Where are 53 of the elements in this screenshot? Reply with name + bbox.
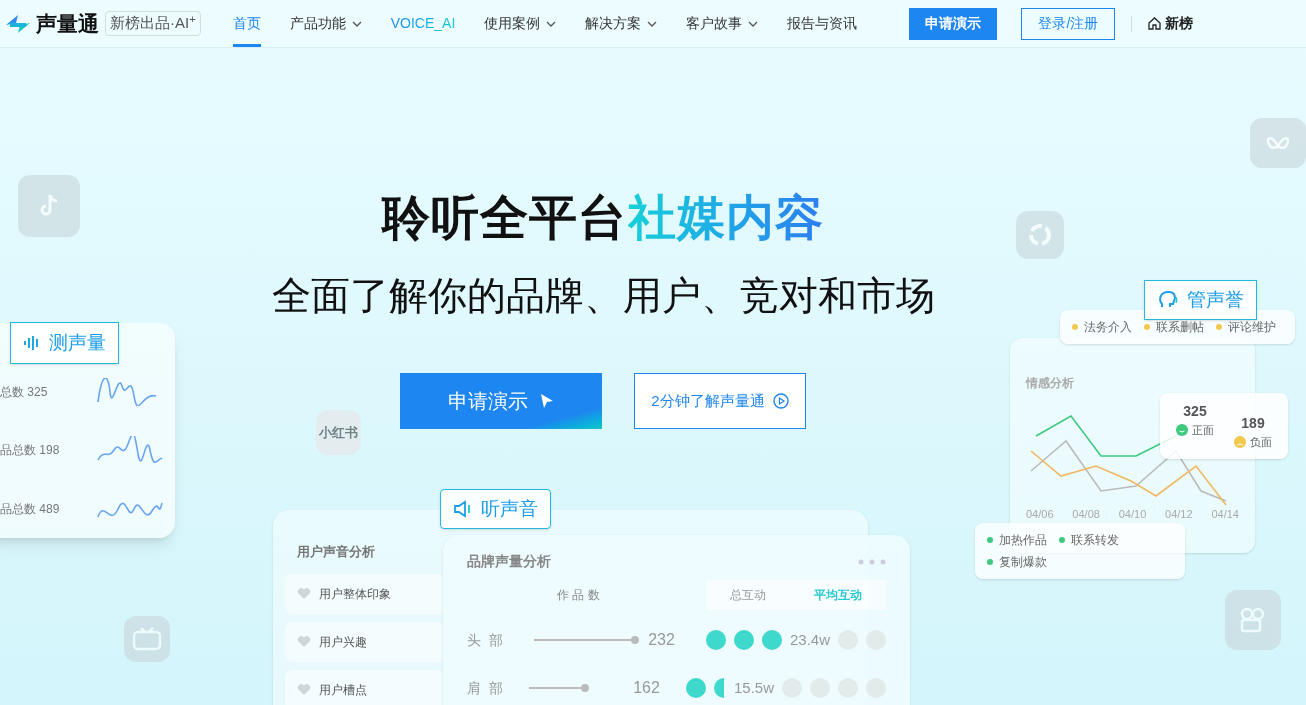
date-label: 04/08 [1072,507,1100,522]
voice-item[interactable]: 用户槽点 [285,669,445,705]
login-button[interactable]: 登录/注册 [1021,7,1116,40]
row-label: 肩 部 [467,678,504,698]
interaction-value: 23.4w [789,629,830,650]
chart-title: 情感分析 [1026,375,1075,392]
nav-link[interactable]: 客户故事 [686,0,759,47]
callout-text: 听声音 [481,496,538,521]
callout-text: 管声誉 [1187,287,1244,312]
sentiment-count: 189 [1241,414,1265,433]
demo-button[interactable]: 申请演示 [909,7,998,40]
nav-link[interactable]: 产品功能 [289,0,362,47]
date-label: 04/10 [1118,507,1147,522]
callout-text: 测声量 [49,330,106,355]
date-label: 04/14 [1211,507,1239,522]
tag-label: 加热作品 [999,532,1047,549]
hero-subtitle: 全面了解你的品牌、用户、竞对和市场 [271,273,935,319]
home-link[interactable]: 新榜 [1148,13,1194,34]
work-count: 232 [648,630,676,650]
voice-item[interactable]: 用户兴趣 [285,621,445,662]
tag-label: 联系转发 [1071,532,1119,549]
request-demo-button[interactable]: 申请演示 [400,373,602,429]
hero-title: 聆听全平台社媒内容 [381,190,825,246]
sentiment-label: 正面 [1192,423,1214,438]
volume-count: 总数 325 [0,384,48,402]
tag-label: 复制爆款 [999,554,1047,571]
brand-name: 声量通 [36,10,99,37]
item-label: 用户兴趣 [319,633,367,651]
item-label: 用户整体印象 [319,585,391,603]
voice-item[interactable]: 用户整体印象 [285,573,445,614]
date-label: 04/06 [1026,507,1054,522]
tag-label: 评论维护 [1228,319,1276,336]
item-label: 用户槽点 [319,681,367,699]
date-label: 04/12 [1165,507,1193,522]
nav-link[interactable]: 报告与资讯 [787,0,858,47]
nav-link[interactable]: 解决方案 [585,0,658,47]
column-header: 作 品 数 [557,587,601,604]
nav-link[interactable]: 使用案例 [484,0,557,47]
section-title: 用户声音分析 [297,543,375,561]
sentiment-label: 负面 [1250,435,1272,450]
interaction-value: 15.5w [733,677,774,698]
volume-count: 品总数 489 [0,500,60,518]
platform-logo-text: 小红书 [319,423,358,442]
tag-label: 联系删帖 [1156,319,1204,336]
sentiment-count: 325 [1183,402,1207,421]
volume-count: 品总数 198 [0,442,60,460]
intro-video-button[interactable]: 2分钟了解声量通 [634,373,806,429]
row-label: 头 部 [467,630,504,650]
tag-label: 法务介入 [1084,319,1132,336]
card-title: 品牌声量分析 [467,552,551,571]
brand-badge: 新榜出品·AI$^{+}$ [105,11,201,36]
nav-link[interactable]: 首页 [232,0,261,47]
work-count: 162 [633,678,661,698]
